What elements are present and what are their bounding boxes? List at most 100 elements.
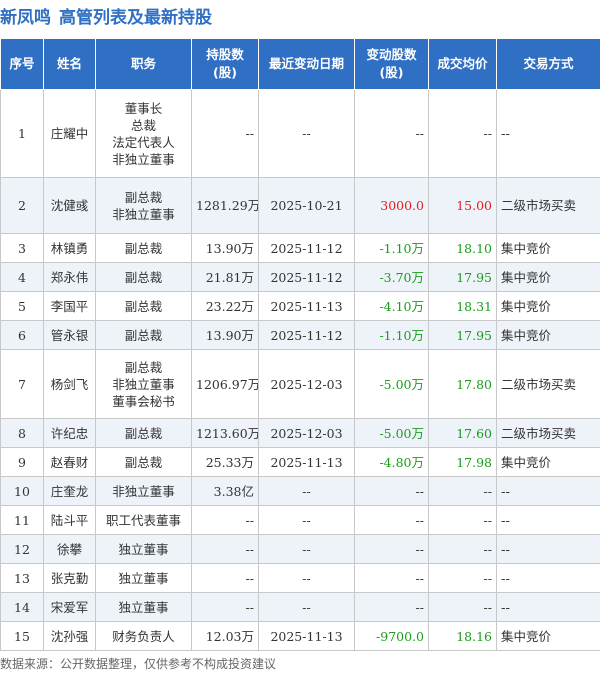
executive-roles: 财务负责人	[95, 621, 192, 651]
executive-name: 杨剑飞	[43, 349, 96, 419]
avg-price: --	[428, 89, 497, 178]
executive-name: 沈孙强	[43, 621, 96, 651]
avg-price: --	[428, 505, 497, 535]
table-row: 4 郑永伟 副总裁 21.81万 2025-11-12 -3.70万 17.95 集中竞价	[0, 262, 600, 292]
avg-price: --	[428, 476, 497, 506]
shares-change: --	[354, 505, 429, 535]
executive-name: 张克勤	[43, 563, 96, 593]
trade-method: 集中竞价	[496, 291, 600, 321]
column-header: 成交均价	[428, 38, 497, 90]
executive-name: 林镇勇	[43, 233, 96, 263]
table-row: 8 许纪忠 副总裁 1213.60万 2025-12-03 -5.00万 17.60 二级市场…	[0, 418, 600, 448]
role-item: 副总裁	[124, 240, 163, 256]
shares-change: -4.80万	[354, 447, 429, 477]
table-row: 13 张克勤 独立董事 -- -- -- -- --	[0, 563, 600, 593]
shares-held: --	[191, 534, 259, 564]
column-header: 姓名	[43, 38, 96, 90]
row-index: 11	[0, 505, 44, 535]
table-row: 10 庄奎龙 非独立董事 3.38亿 -- -- -- --	[0, 476, 600, 506]
row-index: 4	[0, 262, 44, 292]
last-change-date: --	[258, 505, 355, 535]
role-item: 副总裁	[124, 454, 163, 470]
executive-name: 许纪忠	[43, 418, 96, 448]
trade-method: 二级市场买卖	[496, 349, 600, 419]
trade-method: 集中竞价	[496, 621, 600, 651]
shares-held: 12.03万	[191, 621, 259, 651]
row-index: 12	[0, 534, 44, 564]
trade-method: 二级市场买卖	[496, 177, 600, 234]
shares-change: 3000.0	[354, 177, 429, 234]
role-item: 财务负责人	[112, 628, 175, 644]
last-change-date: 2025-11-13	[258, 291, 355, 321]
footer-note: 数据来源：公开数据整理，仅供参考不构成投资建议	[0, 657, 277, 671]
table-row: 14 宋爱军 独立董事 -- -- -- -- --	[0, 592, 600, 622]
role-item: 独立董事	[118, 541, 169, 557]
trade-method: --	[496, 592, 600, 622]
avg-price: --	[428, 592, 497, 622]
last-change-date: 2025-12-03	[258, 418, 355, 448]
executive-roles: 独立董事	[95, 563, 192, 593]
shares-change: --	[354, 592, 429, 622]
trade-method: --	[496, 505, 600, 535]
executive-name: 管永银	[43, 320, 96, 350]
executive-name: 徐攀	[43, 534, 96, 564]
executive-roles: 职工代表董事	[95, 505, 192, 535]
trade-method: 集中竞价	[496, 233, 600, 263]
role-item: 法定代表人	[112, 134, 175, 150]
role-item: 非独立董事	[112, 483, 175, 499]
row-index: 5	[0, 291, 44, 321]
shares-change: -5.00万	[354, 418, 429, 448]
shares-held: --	[191, 505, 259, 535]
table-row: 1 庄耀中 董事长 总裁 法定代表人 非独立董事 -- -- -- -- --	[0, 89, 600, 178]
trade-method: --	[496, 476, 600, 506]
executive-roles: 副总裁 非独立董事 董事会秘书	[95, 349, 192, 419]
last-change-date: --	[258, 89, 355, 178]
shares-change: --	[354, 534, 429, 564]
shares-held: 1281.29万	[191, 177, 259, 234]
shares-held: --	[191, 563, 259, 593]
executive-roles: 副总裁	[95, 291, 192, 321]
shares-held: --	[191, 592, 259, 622]
column-header: 序号	[0, 38, 44, 90]
row-index: 9	[0, 447, 44, 477]
shares-change: -1.10万	[354, 233, 429, 263]
last-change-date: --	[258, 592, 355, 622]
column-header: 变动股数 (股)	[354, 38, 429, 90]
table-row: 9 赵春财 副总裁 25.33万 2025-11-13 -4.80万 17.98 集中竞价	[0, 447, 600, 477]
executive-roles: 副总裁	[95, 447, 192, 477]
table-row: 2 沈健彧 副总裁 非独立董事 1281.29万 2025-10-21 3000.0 15.0…	[0, 177, 600, 234]
trade-method: 集中竞价	[496, 447, 600, 477]
last-change-date: 2025-11-13	[258, 621, 355, 651]
last-change-date: --	[258, 476, 355, 506]
role-item: 非独立董事	[112, 376, 175, 392]
avg-price: 17.80	[428, 349, 497, 419]
trade-method: 集中竞价	[496, 262, 600, 292]
table-row: 15 沈孙强 财务负责人 12.03万 2025-11-13 -9700.0 18.16 集中…	[0, 621, 600, 651]
role-item: 独立董事	[118, 570, 169, 586]
role-item: 董事长	[124, 100, 163, 116]
last-change-date: --	[258, 563, 355, 593]
avg-price: --	[428, 534, 497, 564]
table-row: 11 陆斗平 职工代表董事 -- -- -- -- --	[0, 505, 600, 535]
executive-roles: 副总裁	[95, 418, 192, 448]
role-item: 职工代表董事	[105, 512, 181, 528]
company-name: 新凤鸣	[0, 8, 51, 28]
last-change-date: 2025-11-12	[258, 262, 355, 292]
avg-price: 15.00	[428, 177, 497, 234]
table-header-row: 序号 姓名 职务 持股数 (股) 最近变动日期 变动股数 (股) 成交均价 交易…	[0, 38, 600, 90]
shares-change: --	[354, 89, 429, 178]
shares-held: 13.90万	[191, 320, 259, 350]
trade-method: --	[496, 534, 600, 564]
shares-held: 1213.60万	[191, 418, 259, 448]
page-title: 新凤鸣 高管列表及最新持股	[0, 3, 212, 29]
page-subtitle: 高管列表及最新持股	[59, 8, 212, 28]
executive-name: 宋爱军	[43, 592, 96, 622]
shares-held: 1206.97万	[191, 349, 259, 419]
last-change-date: 2025-11-12	[258, 233, 355, 263]
role-item: 副总裁	[124, 298, 163, 314]
role-item: 董事会秘书	[112, 393, 175, 409]
shares-change: -1.10万	[354, 320, 429, 350]
table-row: 5 李国平 副总裁 23.22万 2025-11-13 -4.10万 18.31 集中竞价	[0, 291, 600, 321]
executive-name: 庄耀中	[43, 89, 96, 178]
role-item: 非独立董事	[112, 206, 175, 222]
